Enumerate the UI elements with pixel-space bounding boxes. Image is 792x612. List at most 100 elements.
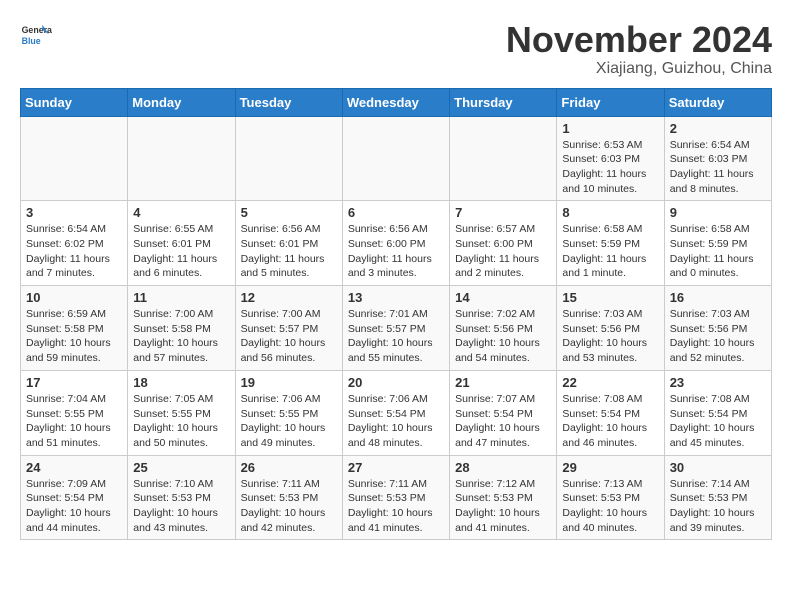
week-row-5: 24Sunrise: 7:09 AM Sunset: 5:54 PM Dayli…: [21, 455, 772, 540]
day-number: 23: [670, 375, 766, 390]
day-number: 11: [133, 290, 229, 305]
day-info: Sunrise: 7:11 AM Sunset: 5:53 PM Dayligh…: [241, 477, 337, 536]
column-header-monday: Monday: [128, 88, 235, 116]
day-info: Sunrise: 7:08 AM Sunset: 5:54 PM Dayligh…: [670, 392, 766, 451]
day-info: Sunrise: 6:55 AM Sunset: 6:01 PM Dayligh…: [133, 222, 229, 281]
day-info: Sunrise: 7:01 AM Sunset: 5:57 PM Dayligh…: [348, 307, 444, 366]
day-number: 16: [670, 290, 766, 305]
header-row: SundayMondayTuesdayWednesdayThursdayFrid…: [21, 88, 772, 116]
day-info: Sunrise: 6:58 AM Sunset: 5:59 PM Dayligh…: [562, 222, 658, 281]
day-number: 29: [562, 460, 658, 475]
column-header-friday: Friday: [557, 88, 664, 116]
day-cell: [21, 116, 128, 201]
day-cell: 10Sunrise: 6:59 AM Sunset: 5:58 PM Dayli…: [21, 286, 128, 371]
day-cell: 13 Sunrise: 7:01 AM Sunset: 5:57 PM Dayli…: [342, 286, 449, 371]
day-number: 5: [241, 205, 337, 220]
day-number: 22: [562, 375, 658, 390]
day-number: 6: [348, 205, 444, 220]
week-row-4: 17 Sunrise: 7:04 AM Sunset: 5:55 PM Dayli…: [21, 370, 772, 455]
day-number: 21: [455, 375, 551, 390]
day-info: Sunrise: 7:06 AM Sunset: 5:55 PM Dayligh…: [241, 392, 337, 451]
day-number: 18: [133, 375, 229, 390]
day-info: Sunrise: 7:00 AM Sunset: 5:57 PM Dayligh…: [241, 307, 337, 366]
day-cell: [128, 116, 235, 201]
day-cell: 8 Sunrise: 6:58 AM Sunset: 5:59 PM Daylig…: [557, 201, 664, 286]
day-info: Sunrise: 7:12 AM Sunset: 5:53 PM Dayligh…: [455, 477, 551, 536]
page-header: GeneralBlue November 2024 Xiajiang, Guiz…: [20, 20, 772, 78]
day-cell: 12Sunrise: 7:00 AM Sunset: 5:57 PM Dayli…: [235, 286, 342, 371]
day-info: Sunrise: 7:07 AM Sunset: 5:54 PM Dayligh…: [455, 392, 551, 451]
title-block: November 2024 Xiajiang, Guizhou, China: [506, 20, 772, 78]
week-row-2: 3Sunrise: 6:54 AM Sunset: 6:02 PM Daylig…: [21, 201, 772, 286]
week-row-1: 1Sunrise: 6:53 AM Sunset: 6:03 PM Daylig…: [21, 116, 772, 201]
day-cell: [450, 116, 557, 201]
calendar-table: SundayMondayTuesdayWednesdayThursdayFrid…: [20, 88, 772, 541]
day-cell: 14 Sunrise: 7:02 AM Sunset: 5:56 PM Dayli…: [450, 286, 557, 371]
day-cell: [235, 116, 342, 201]
day-info: Sunrise: 7:06 AM Sunset: 5:54 PM Dayligh…: [348, 392, 444, 451]
day-number: 27: [348, 460, 444, 475]
day-info: Sunrise: 7:03 AM Sunset: 5:56 PM Dayligh…: [670, 307, 766, 366]
day-number: 24: [26, 460, 122, 475]
day-info: Sunrise: 7:13 AM Sunset: 5:53 PM Dayligh…: [562, 477, 658, 536]
day-cell: 11 Sunrise: 7:00 AM Sunset: 5:58 PM Dayli…: [128, 286, 235, 371]
day-number: 26: [241, 460, 337, 475]
day-number: 13: [348, 290, 444, 305]
day-number: 4: [133, 205, 229, 220]
logo-icon: GeneralBlue: [20, 20, 52, 52]
day-info: Sunrise: 6:53 AM Sunset: 6:03 PM Dayligh…: [562, 138, 658, 197]
day-number: 14: [455, 290, 551, 305]
column-header-sunday: Sunday: [21, 88, 128, 116]
day-info: Sunrise: 6:59 AM Sunset: 5:58 PM Dayligh…: [26, 307, 122, 366]
day-cell: 19Sunrise: 7:06 AM Sunset: 5:55 PM Dayli…: [235, 370, 342, 455]
day-cell: 9 Sunrise: 6:58 AM Sunset: 5:59 PM Daylig…: [664, 201, 771, 286]
day-cell: 21 Sunrise: 7:07 AM Sunset: 5:54 PM Dayli…: [450, 370, 557, 455]
day-cell: [342, 116, 449, 201]
day-cell: 3Sunrise: 6:54 AM Sunset: 6:02 PM Daylig…: [21, 201, 128, 286]
day-info: Sunrise: 6:56 AM Sunset: 6:00 PM Dayligh…: [348, 222, 444, 281]
day-cell: 1Sunrise: 6:53 AM Sunset: 6:03 PM Daylig…: [557, 116, 664, 201]
day-number: 3: [26, 205, 122, 220]
day-info: Sunrise: 7:00 AM Sunset: 5:58 PM Dayligh…: [133, 307, 229, 366]
day-cell: 17 Sunrise: 7:04 AM Sunset: 5:55 PM Dayli…: [21, 370, 128, 455]
day-number: 30: [670, 460, 766, 475]
day-info: Sunrise: 6:58 AM Sunset: 5:59 PM Dayligh…: [670, 222, 766, 281]
day-cell: 23 Sunrise: 7:08 AM Sunset: 5:54 PM Dayli…: [664, 370, 771, 455]
day-info: Sunrise: 7:04 AM Sunset: 5:55 PM Dayligh…: [26, 392, 122, 451]
day-cell: 16 Sunrise: 7:03 AM Sunset: 5:56 PM Dayli…: [664, 286, 771, 371]
day-cell: 30 Sunrise: 7:14 AM Sunset: 5:53 PM Dayli…: [664, 455, 771, 540]
column-header-tuesday: Tuesday: [235, 88, 342, 116]
logo: GeneralBlue: [20, 20, 52, 52]
day-number: 9: [670, 205, 766, 220]
day-number: 28: [455, 460, 551, 475]
calendar-title: November 2024: [506, 20, 772, 60]
day-cell: 5 Sunrise: 6:56 AM Sunset: 6:01 PM Daylig…: [235, 201, 342, 286]
week-row-3: 10Sunrise: 6:59 AM Sunset: 5:58 PM Dayli…: [21, 286, 772, 371]
calendar-subtitle: Xiajiang, Guizhou, China: [506, 60, 772, 78]
day-number: 15: [562, 290, 658, 305]
day-number: 8: [562, 205, 658, 220]
day-cell: 18Sunrise: 7:05 AM Sunset: 5:55 PM Dayli…: [128, 370, 235, 455]
svg-text:Blue: Blue: [22, 36, 41, 46]
day-cell: 24Sunrise: 7:09 AM Sunset: 5:54 PM Dayli…: [21, 455, 128, 540]
day-number: 7: [455, 205, 551, 220]
day-cell: 27 Sunrise: 7:11 AM Sunset: 5:53 PM Dayli…: [342, 455, 449, 540]
day-info: Sunrise: 7:11 AM Sunset: 5:53 PM Dayligh…: [348, 477, 444, 536]
day-number: 25: [133, 460, 229, 475]
day-number: 2: [670, 121, 766, 136]
day-cell: 2 Sunrise: 6:54 AM Sunset: 6:03 PM Daylig…: [664, 116, 771, 201]
column-header-saturday: Saturday: [664, 88, 771, 116]
day-info: Sunrise: 6:56 AM Sunset: 6:01 PM Dayligh…: [241, 222, 337, 281]
day-info: Sunrise: 7:08 AM Sunset: 5:54 PM Dayligh…: [562, 392, 658, 451]
day-number: 17: [26, 375, 122, 390]
column-header-thursday: Thursday: [450, 88, 557, 116]
day-cell: 6 Sunrise: 6:56 AM Sunset: 6:00 PM Daylig…: [342, 201, 449, 286]
day-info: Sunrise: 6:57 AM Sunset: 6:00 PM Dayligh…: [455, 222, 551, 281]
day-info: Sunrise: 7:10 AM Sunset: 5:53 PM Dayligh…: [133, 477, 229, 536]
day-info: Sunrise: 7:02 AM Sunset: 5:56 PM Dayligh…: [455, 307, 551, 366]
day-info: Sunrise: 7:14 AM Sunset: 5:53 PM Dayligh…: [670, 477, 766, 536]
day-cell: 28 Sunrise: 7:12 AM Sunset: 5:53 PM Dayli…: [450, 455, 557, 540]
day-info: Sunrise: 6:54 AM Sunset: 6:03 PM Dayligh…: [670, 138, 766, 197]
day-number: 20: [348, 375, 444, 390]
day-cell: 20 Sunrise: 7:06 AM Sunset: 5:54 PM Dayli…: [342, 370, 449, 455]
